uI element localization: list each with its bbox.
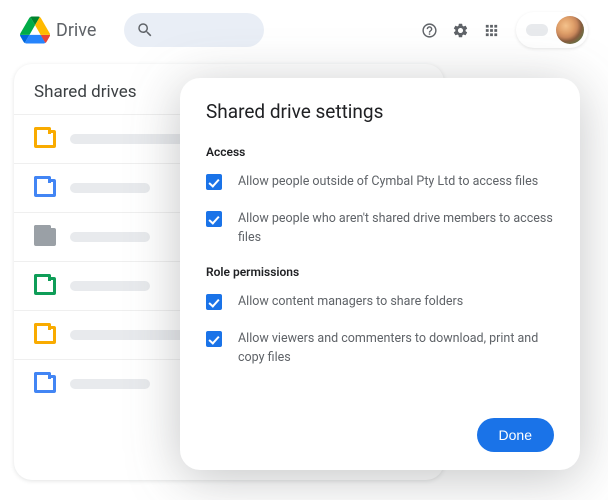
- avatar: [556, 16, 584, 44]
- setting-allow-nonmembers[interactable]: Allow people who aren't shared drive mem…: [206, 210, 554, 248]
- folder-icon: [34, 326, 56, 344]
- dialog-title: Shared drive settings: [206, 100, 554, 123]
- section-roles-label: Role permissions: [206, 265, 554, 279]
- section-access-label: Access: [206, 145, 554, 159]
- apps-icon[interactable]: [483, 22, 500, 39]
- folder-icon: [34, 375, 56, 393]
- setting-managers-share[interactable]: Allow content managers to share folders: [206, 293, 554, 312]
- app-name: Drive: [56, 20, 96, 41]
- placeholder-line: [70, 281, 150, 291]
- help-icon[interactable]: [421, 22, 438, 39]
- setting-viewers-download[interactable]: Allow viewers and commenters to download…: [206, 330, 554, 368]
- top-icons: [421, 22, 500, 39]
- search-icon: [136, 21, 154, 39]
- placeholder-line: [70, 183, 150, 193]
- checkbox-icon[interactable]: [206, 331, 222, 347]
- search-input[interactable]: [124, 13, 264, 47]
- gear-icon[interactable]: [452, 22, 469, 39]
- topbar: Drive: [0, 0, 608, 54]
- checkbox-icon[interactable]: [206, 294, 222, 310]
- checkbox-icon[interactable]: [206, 211, 222, 227]
- shared-drive-settings-dialog: Shared drive settings Access Allow peopl…: [180, 78, 580, 470]
- folder-icon: [34, 179, 56, 197]
- setting-label: Allow people outside of Cymbal Pty Ltd t…: [238, 173, 538, 192]
- placeholder-line: [70, 330, 190, 340]
- placeholder-line: [70, 134, 190, 144]
- setting-label: Allow content managers to share folders: [238, 293, 463, 312]
- org-label: [526, 24, 548, 36]
- folder-icon: [34, 130, 56, 148]
- folder-icon: [34, 228, 56, 246]
- setting-label: Allow viewers and commenters to download…: [238, 330, 554, 368]
- drive-icon: [20, 15, 50, 45]
- placeholder-line: [70, 232, 150, 242]
- placeholder-line: [70, 379, 150, 389]
- settings-dialog-wrap: Shared drive settings Access Allow peopl…: [180, 78, 580, 470]
- checkbox-icon[interactable]: [206, 174, 222, 190]
- setting-label: Allow people who aren't shared drive mem…: [238, 210, 554, 248]
- drive-logo[interactable]: Drive: [20, 15, 96, 45]
- account-chip[interactable]: [516, 12, 588, 48]
- setting-allow-outside[interactable]: Allow people outside of Cymbal Pty Ltd t…: [206, 173, 554, 192]
- folder-icon: [34, 277, 56, 295]
- done-button[interactable]: Done: [477, 418, 554, 452]
